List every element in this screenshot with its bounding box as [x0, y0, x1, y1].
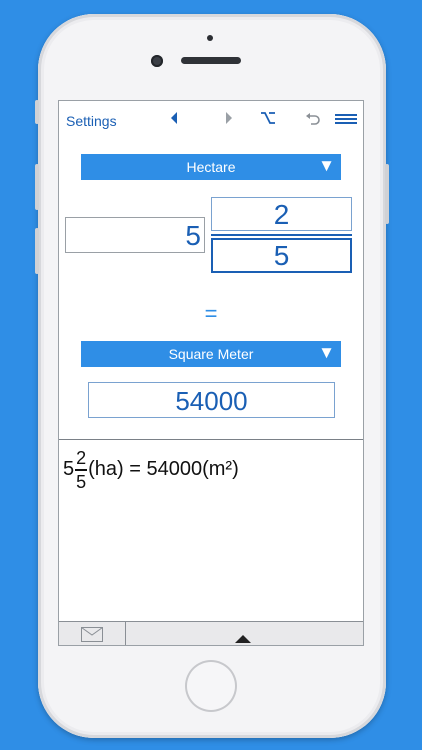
formula-whole: 5 — [63, 458, 75, 481]
volume-up-button — [35, 164, 39, 210]
result-field: 54000 — [88, 382, 335, 418]
denominator-input[interactable]: 5 — [211, 238, 352, 273]
mail-button[interactable] — [59, 622, 126, 645]
envelope-icon — [81, 627, 103, 645]
settings-button[interactable]: Settings — [66, 113, 117, 129]
equals-sign: = — [204, 301, 218, 326]
denominator-value: 5 — [273, 240, 290, 271]
whole-number-value: 5 — [185, 220, 201, 251]
menu-icon[interactable] — [335, 112, 357, 128]
numerator-value: 2 — [273, 199, 290, 230]
app-screen: Settings Hectare ▼ 5 2 5 = Square Meter … — [58, 100, 364, 646]
volume-down-button — [35, 228, 39, 274]
whole-number-input[interactable]: 5 — [65, 217, 205, 253]
toolbar: Settings — [59, 101, 363, 141]
right-arrow-icon[interactable] — [224, 111, 234, 128]
result-value: 54000 — [175, 386, 248, 416]
front-camera-icon — [151, 55, 163, 67]
option-icon[interactable] — [260, 111, 276, 128]
divider — [59, 439, 363, 440]
result-formula: 5 2 5 (ha) = 54000(m²) — [63, 447, 239, 493]
to-unit-label: Square Meter — [168, 346, 254, 362]
from-unit-dropdown[interactable]: Hectare ▼ — [81, 154, 341, 180]
from-unit-label: Hectare — [186, 159, 236, 175]
undo-icon[interactable] — [305, 111, 321, 130]
chevron-down-icon: ▼ — [318, 156, 335, 175]
power-button — [385, 164, 389, 224]
earpiece-speaker — [181, 57, 241, 64]
formula-rest: (ha) = 54000(m²) — [88, 458, 239, 481]
proximity-sensor — [207, 35, 213, 41]
to-unit-dropdown[interactable]: Square Meter ▼ — [81, 341, 341, 367]
mute-switch — [35, 100, 39, 124]
fraction-bar — [211, 234, 352, 236]
left-arrow-icon[interactable] — [169, 111, 179, 128]
formula-denominator: 5 — [76, 471, 87, 492]
triangle-up-icon — [234, 631, 252, 645]
formula-fraction: 2 5 — [75, 447, 88, 493]
numerator-input[interactable]: 2 — [211, 197, 352, 231]
expand-panel-button[interactable] — [126, 622, 363, 645]
bottom-bar — [59, 621, 363, 645]
home-button[interactable] — [185, 660, 237, 712]
formula-numerator: 2 — [76, 448, 87, 468]
chevron-down-icon: ▼ — [318, 343, 335, 362]
